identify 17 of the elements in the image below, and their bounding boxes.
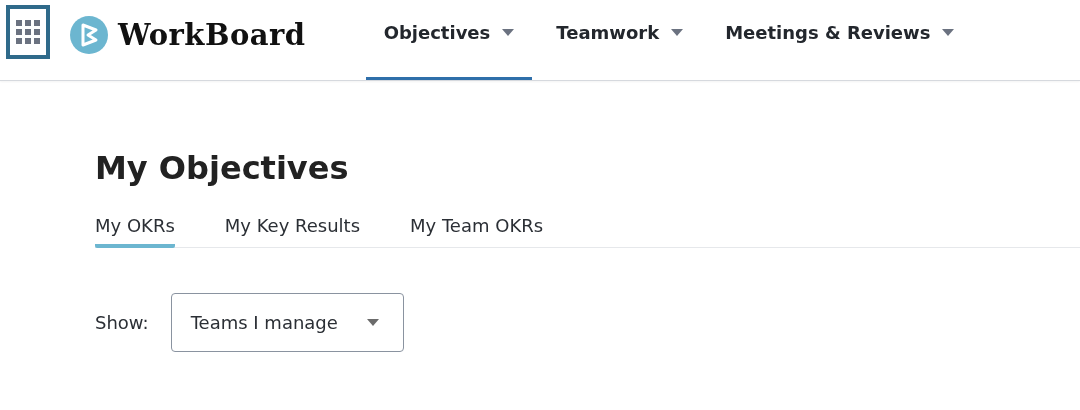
nav-menu[interactable]: Objectives [365,0,533,80]
apps-menu-button[interactable] [6,5,50,59]
caret-icon [942,29,955,36]
nav-menu[interactable]: Teamwork [538,0,702,80]
filter-label: Show: [95,312,149,333]
grid-icon [16,20,40,44]
show-dropdown[interactable]: Teams I manage [170,293,404,352]
caret-icon [502,29,515,36]
caret-icon [671,29,684,36]
tab[interactable]: My Team OKRs [410,215,544,248]
nav-menu[interactable]: Meetings & Reviews [707,0,973,80]
tab[interactable]: My OKRs [95,215,175,248]
caret-icon [366,319,379,326]
page-title: My Objectives [95,149,350,187]
logo-text: WorkBoard [118,18,306,52]
logo-icon [70,16,108,54]
tab[interactable]: My Key Results [224,215,361,248]
